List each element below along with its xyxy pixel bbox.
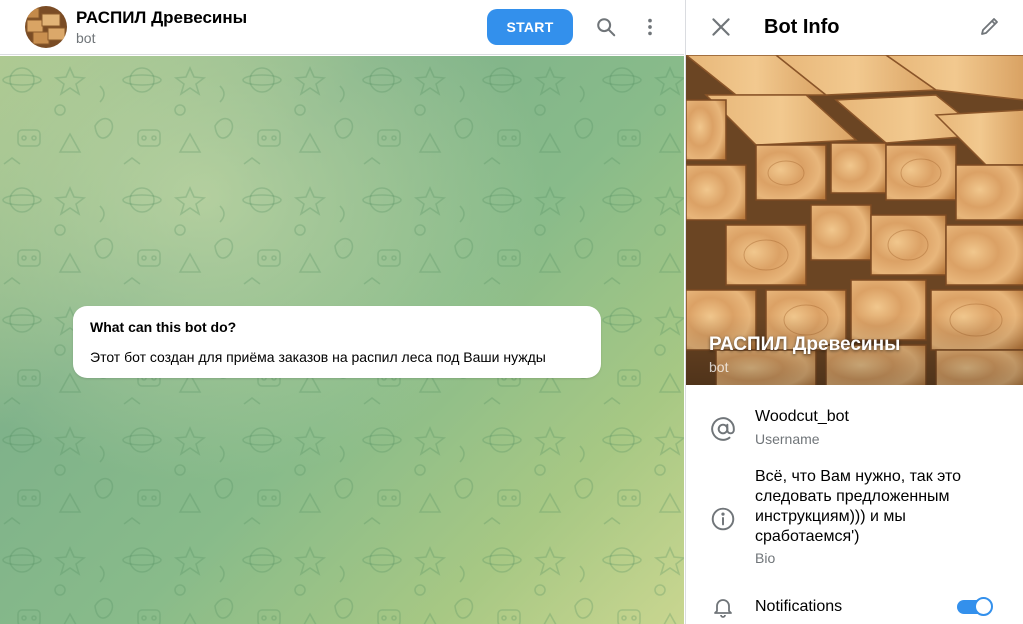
start-button[interactable]: START — [487, 9, 573, 45]
bot-description-bubble: What can this bot do? Этот бот создан дл… — [73, 306, 601, 378]
chat-subtitle: bot — [76, 30, 96, 46]
bubble-text: Этот бот создан для приёма заказов на ра… — [90, 349, 546, 365]
chat-title: РАСПИЛ Древесины — [76, 8, 248, 27]
chat-header[interactable]: РАСПИЛ Древесины bot START — [0, 0, 684, 55]
bio-value: Всё, что Вам нужно, так это следовать пр… — [755, 468, 961, 545]
notifications-toggle[interactable] — [957, 597, 993, 616]
profile-subtitle: bot — [709, 359, 729, 375]
pencil-icon[interactable] — [978, 14, 1004, 40]
info-header: Bot Info — [686, 0, 1023, 55]
toggle-knob — [974, 597, 993, 616]
at-sign-icon — [710, 416, 736, 442]
info-title: Bot Info — [764, 16, 840, 38]
bio-label: Bio — [755, 550, 776, 566]
chat-background: What can this bot do? Этот бот создан дл… — [0, 56, 684, 624]
profile-name: РАСПИЛ Древесины — [709, 334, 901, 355]
info-icon — [710, 506, 736, 532]
search-icon[interactable] — [593, 14, 619, 40]
chat-panel: РАСПИЛ Древесины bot START What can this… — [0, 0, 684, 624]
username-label: Username — [755, 431, 820, 447]
notifications-label: Notifications — [755, 598, 843, 615]
username-value: Woodcut_bot — [755, 408, 849, 425]
close-icon[interactable] — [708, 14, 734, 40]
more-vertical-icon[interactable] — [637, 14, 663, 40]
bell-icon — [710, 594, 736, 620]
bubble-title: What can this bot do? — [90, 319, 237, 335]
bot-info-panel: Bot Info РАСПИЛ Древесины bot Woodcut_bo… — [685, 0, 1023, 624]
avatar[interactable] — [25, 6, 67, 48]
